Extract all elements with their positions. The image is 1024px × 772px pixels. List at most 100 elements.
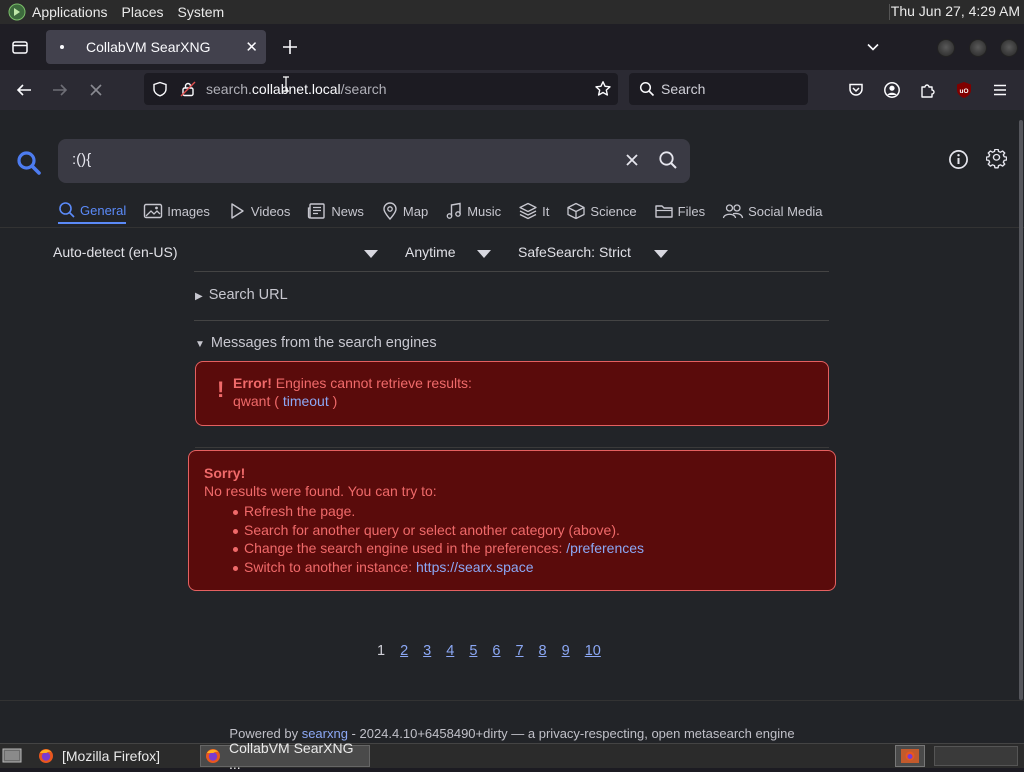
current-page: 1 bbox=[377, 643, 386, 659]
maximize-window-button[interactable] bbox=[969, 39, 987, 57]
workspace-switcher-empty[interactable] bbox=[934, 746, 1018, 766]
close-paren: ) bbox=[328, 393, 338, 409]
minimize-window-button[interactable] bbox=[937, 39, 955, 57]
gnome-foot-icon bbox=[8, 3, 26, 21]
search-submit-icon[interactable] bbox=[658, 150, 678, 170]
clear-search-icon[interactable] bbox=[622, 150, 642, 170]
info-circle-icon[interactable] bbox=[948, 149, 969, 170]
searx-space-link[interactable]: https://searx.space bbox=[416, 559, 534, 575]
taskbar-item-firefox[interactable]: [Mozilla Firefox] bbox=[32, 745, 194, 767]
image-icon bbox=[143, 202, 167, 220]
firefox-icon bbox=[38, 748, 54, 764]
tab-it[interactable]: It bbox=[518, 198, 549, 224]
page-link-8[interactable]: 8 bbox=[539, 643, 547, 659]
page-link-6[interactable]: 6 bbox=[492, 643, 500, 659]
page-link-3[interactable]: 3 bbox=[423, 643, 431, 659]
tab-map[interactable]: Map bbox=[381, 198, 428, 224]
tab-science[interactable]: Science bbox=[566, 198, 637, 224]
page-scrollbar[interactable] bbox=[1019, 120, 1023, 700]
panel-clock[interactable]: Thu Jun 27, 4:29 AM bbox=[891, 3, 1020, 19]
tab-it-label: It bbox=[542, 203, 550, 219]
insecure-lock-icon[interactable] bbox=[180, 81, 196, 97]
workspace-switcher[interactable] bbox=[895, 745, 925, 767]
taskbar-item-label: [Mozilla Firefox] bbox=[62, 748, 161, 764]
preferences-link[interactable]: /preferences bbox=[566, 540, 644, 556]
map-pin-icon bbox=[381, 202, 403, 220]
footer-suffix: - 2024.4.10+6458490+dirty — a privacy-re… bbox=[347, 726, 795, 741]
url-domain: collabnet.local bbox=[251, 81, 341, 97]
forward-arrow-icon[interactable] bbox=[48, 78, 72, 102]
people-icon bbox=[722, 202, 748, 220]
account-icon[interactable] bbox=[880, 78, 904, 102]
safesearch-select[interactable]: SafeSearch: Strict bbox=[518, 244, 631, 260]
tab-news[interactable]: News bbox=[307, 198, 364, 224]
extensions-puzzle-icon[interactable] bbox=[916, 78, 940, 102]
tracking-protection-shield-icon[interactable] bbox=[152, 81, 168, 97]
navigation-toolbar: search.collabnet.local/search Search uO bbox=[0, 70, 1024, 110]
app-menu-hamburger-icon[interactable] bbox=[988, 78, 1012, 102]
stop-loading-icon[interactable] bbox=[84, 78, 108, 102]
tab-general[interactable]: General bbox=[58, 198, 127, 224]
tab-loading-dot bbox=[60, 45, 64, 49]
tab-social-media[interactable]: Social Media bbox=[722, 198, 823, 224]
divider bbox=[195, 447, 829, 448]
bookmark-star-icon[interactable] bbox=[594, 80, 612, 98]
list-all-tabs-icon[interactable] bbox=[861, 35, 885, 59]
expanded-triangle-icon: ▼ bbox=[195, 339, 205, 350]
search-query-input[interactable]: :(){ bbox=[72, 151, 91, 168]
category-divider bbox=[0, 227, 1024, 228]
tab-videos[interactable]: Videos bbox=[227, 198, 290, 224]
back-arrow-icon[interactable] bbox=[12, 78, 36, 102]
time-range-select[interactable]: Anytime bbox=[405, 244, 456, 260]
tab-science-label: Science bbox=[590, 203, 637, 219]
new-tab-icon[interactable] bbox=[278, 35, 302, 59]
page-link-9[interactable]: 9 bbox=[562, 643, 570, 659]
page-link-7[interactable]: 7 bbox=[515, 643, 523, 659]
search-url-toggle[interactable]: ▶ Search URL bbox=[195, 287, 288, 303]
top-panel: Applications Places System Thu Jun 27, 4… bbox=[0, 0, 1024, 24]
svg-text:uO: uO bbox=[959, 88, 968, 95]
page-link-2[interactable]: 2 bbox=[400, 643, 408, 659]
engine-error-alert: ! Error! Engines cannot retrieve results… bbox=[195, 361, 829, 426]
searxng-logo-search-icon[interactable] bbox=[16, 150, 42, 176]
tab-music[interactable]: Music bbox=[445, 198, 501, 224]
suggestion-text: Change the search engine used in the pre… bbox=[244, 540, 567, 556]
applications-menu[interactable]: Applications bbox=[8, 3, 108, 21]
safesearch-chevron-down-icon[interactable] bbox=[654, 250, 668, 258]
text-cursor-icon bbox=[282, 76, 290, 92]
timeout-link[interactable]: timeout bbox=[283, 393, 329, 409]
tab-files-label: Files bbox=[677, 203, 706, 219]
error-text: Engines cannot retrieve results: bbox=[271, 375, 472, 391]
address-bar[interactable]: search.collabnet.local/search bbox=[144, 73, 618, 105]
web-search-box[interactable]: Search bbox=[629, 73, 808, 105]
tab-files[interactable]: Files bbox=[654, 198, 705, 224]
tab-images[interactable]: Images bbox=[143, 198, 210, 224]
web-search-placeholder: Search bbox=[661, 81, 706, 97]
tab-images-label: Images bbox=[167, 203, 210, 219]
show-desktop-icon[interactable] bbox=[2, 745, 24, 767]
engine-messages-toggle[interactable]: ▼ Messages from the search engines bbox=[195, 335, 437, 351]
page-link-5[interactable]: 5 bbox=[469, 643, 477, 659]
language-chevron-down-icon[interactable] bbox=[364, 250, 378, 258]
close-window-button[interactable] bbox=[1000, 39, 1018, 57]
page-link-4[interactable]: 4 bbox=[446, 643, 454, 659]
preferences-gear-icon[interactable] bbox=[986, 149, 1007, 170]
suggestion-list: Refresh the page. Search for another que… bbox=[232, 503, 644, 577]
ublock-origin-icon[interactable]: uO bbox=[952, 78, 976, 102]
time-range-chevron-down-icon[interactable] bbox=[477, 250, 491, 258]
pocket-icon[interactable] bbox=[844, 78, 868, 102]
suggestion-text: Switch to another instance: bbox=[244, 558, 416, 575]
page-link-10[interactable]: 10 bbox=[585, 643, 601, 659]
system-menu[interactable]: System bbox=[178, 4, 225, 20]
tab-overview-icon[interactable] bbox=[8, 35, 32, 59]
searxng-link[interactable]: searxng bbox=[302, 726, 348, 741]
footer-prefix: Powered by bbox=[229, 726, 302, 741]
language-select[interactable]: Auto-detect (en-US) bbox=[53, 244, 178, 260]
tab-title: CollabVM SearXNG bbox=[86, 39, 211, 55]
suggestion-text: Search for another query or select anoth… bbox=[244, 521, 620, 538]
places-menu[interactable]: Places bbox=[122, 4, 164, 20]
tab-close-icon[interactable]: ✕ bbox=[245, 38, 258, 56]
pagination: 1 2 3 4 5 6 7 8 9 10 bbox=[377, 643, 616, 659]
taskbar-item-collabvm-searxng[interactable]: CollabVM SearXNG ... bbox=[200, 740, 370, 772]
tab-collabvm-searxng[interactable]: CollabVM SearXNG ✕ bbox=[46, 30, 266, 64]
